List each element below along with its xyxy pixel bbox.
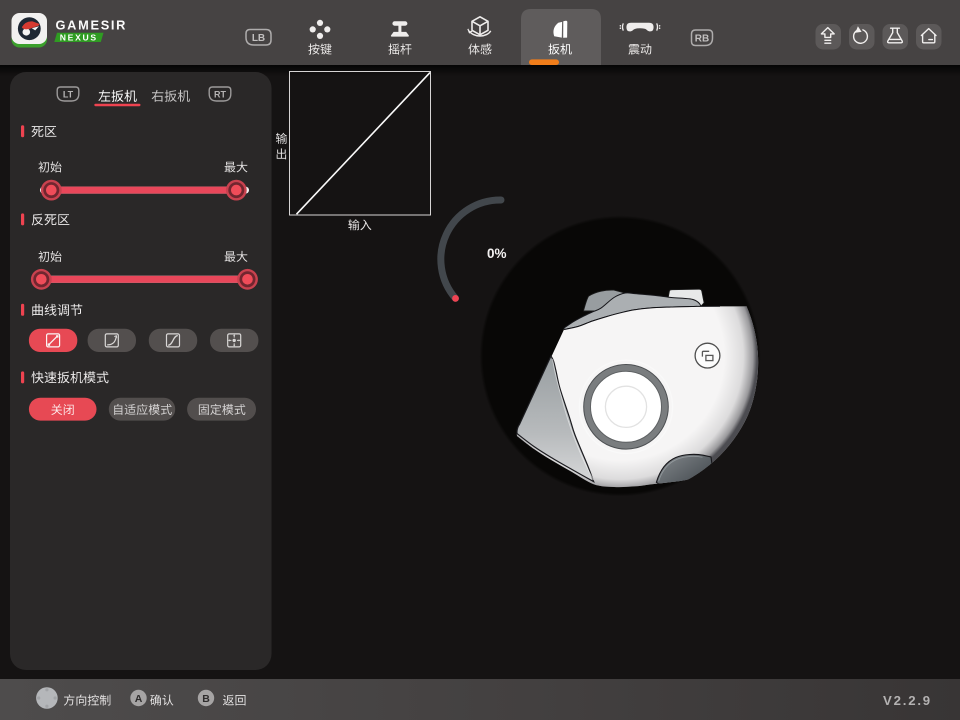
svg-text:RB: RB	[695, 34, 709, 45]
svg-text:0%: 0%	[487, 246, 507, 261]
svg-text:GAMESIR: GAMESIR	[56, 18, 128, 33]
svg-text:LB: LB	[252, 33, 265, 44]
svg-text:A: A	[135, 693, 143, 705]
svg-text:RT: RT	[214, 89, 226, 99]
svg-text:B: B	[202, 693, 210, 705]
svg-text:LT: LT	[63, 89, 74, 99]
svg-text:V2.2.9: V2.2.9	[883, 693, 932, 708]
svg-text:NEXUS: NEXUS	[60, 33, 98, 43]
